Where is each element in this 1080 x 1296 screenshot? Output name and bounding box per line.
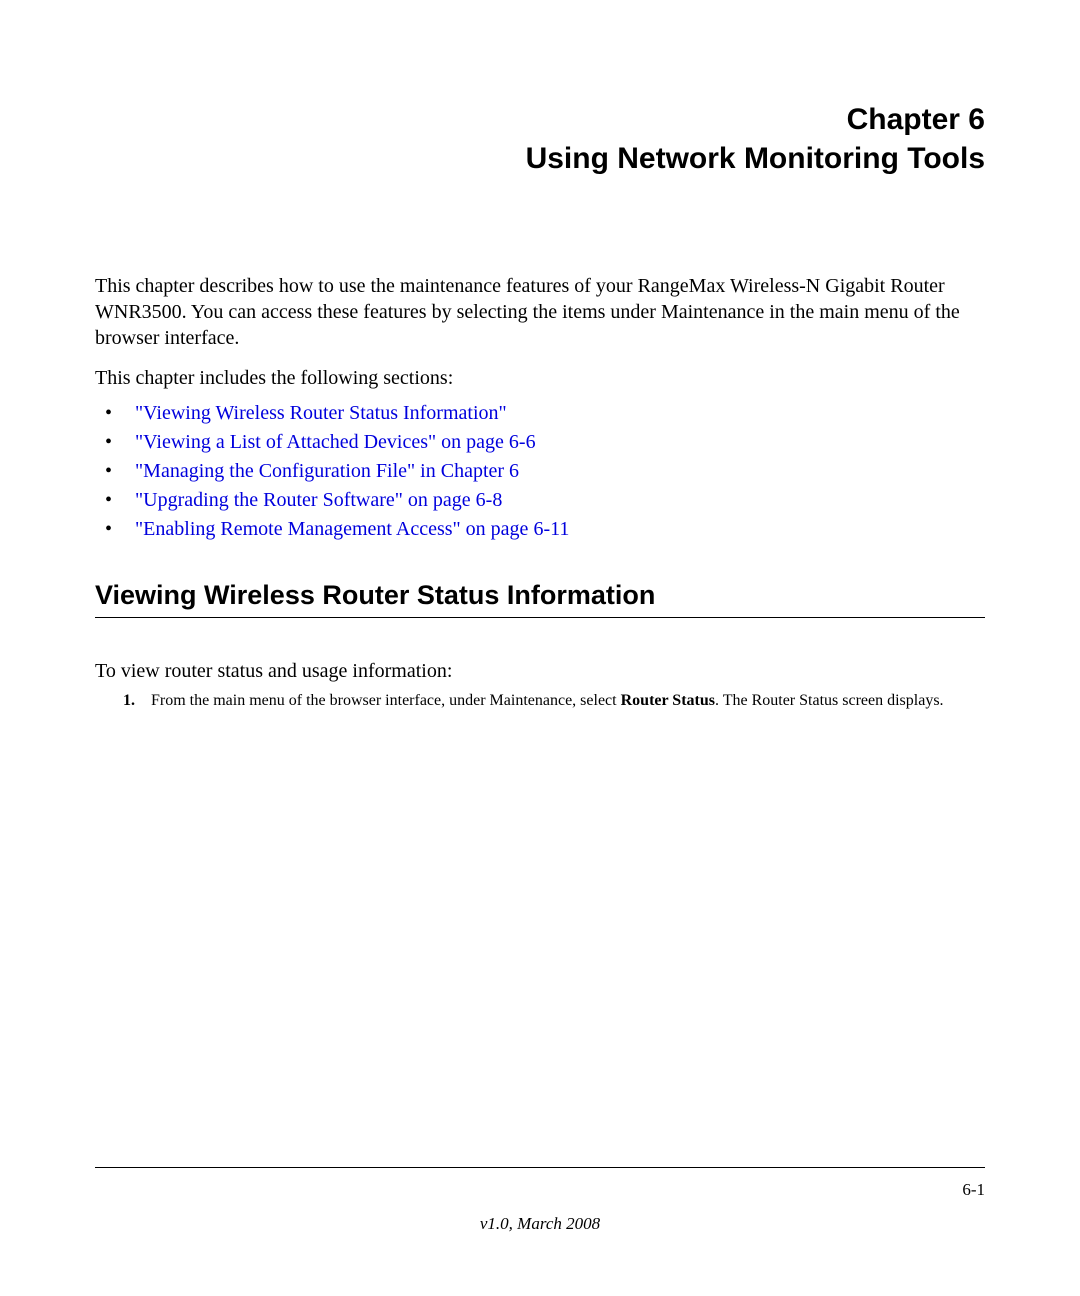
toc-link[interactable]: "Viewing Wireless Router Status Informat…	[135, 402, 507, 424]
step-post: . The Router Status screen displays.	[715, 692, 944, 709]
toc-item: "Managing the Configuration File" in Cha…	[117, 457, 985, 486]
chapter-title: Using Network Monitoring Tools	[95, 139, 985, 178]
list-item: 1. From the main menu of the browser int…	[123, 692, 985, 710]
toc-list: "Viewing Wireless Router Status Informat…	[95, 399, 985, 544]
sections-intro: This chapter includes the following sect…	[95, 365, 985, 391]
ordered-list: 1. From the main menu of the browser int…	[95, 692, 985, 710]
toc-link[interactable]: "Upgrading the Router Software" on page …	[135, 489, 502, 511]
toc-item: "Upgrading the Router Software" on page …	[117, 486, 985, 515]
step-marker: 1.	[123, 692, 151, 710]
section-heading: Viewing Wireless Router Status Informati…	[95, 580, 985, 618]
chapter-number: Chapter 6	[95, 100, 985, 139]
toc-item: "Viewing Wireless Router Status Informat…	[117, 399, 985, 428]
page-footer: 6-1 v1.0, March 2008	[95, 1167, 985, 1234]
toc-link[interactable]: "Viewing a List of Attached Devices" on …	[135, 431, 536, 453]
step-pre: From the main menu of the browser interf…	[151, 692, 621, 709]
version-line: v1.0, March 2008	[95, 1214, 985, 1234]
toc-item: "Enabling Remote Management Access" on p…	[117, 515, 985, 544]
intro-paragraph: This chapter describes how to use the ma…	[95, 273, 985, 351]
step-text: From the main menu of the browser interf…	[151, 692, 944, 710]
toc-item: "Viewing a List of Attached Devices" on …	[117, 428, 985, 457]
page-number: 6-1	[95, 1180, 985, 1200]
body-lead: To view router status and usage informat…	[95, 658, 985, 684]
toc-link[interactable]: "Managing the Configuration File" in Cha…	[135, 460, 519, 482]
toc-link[interactable]: "Enabling Remote Management Access" on p…	[135, 518, 569, 540]
chapter-header: Chapter 6 Using Network Monitoring Tools	[95, 100, 985, 178]
step-bold: Router Status	[621, 692, 715, 709]
